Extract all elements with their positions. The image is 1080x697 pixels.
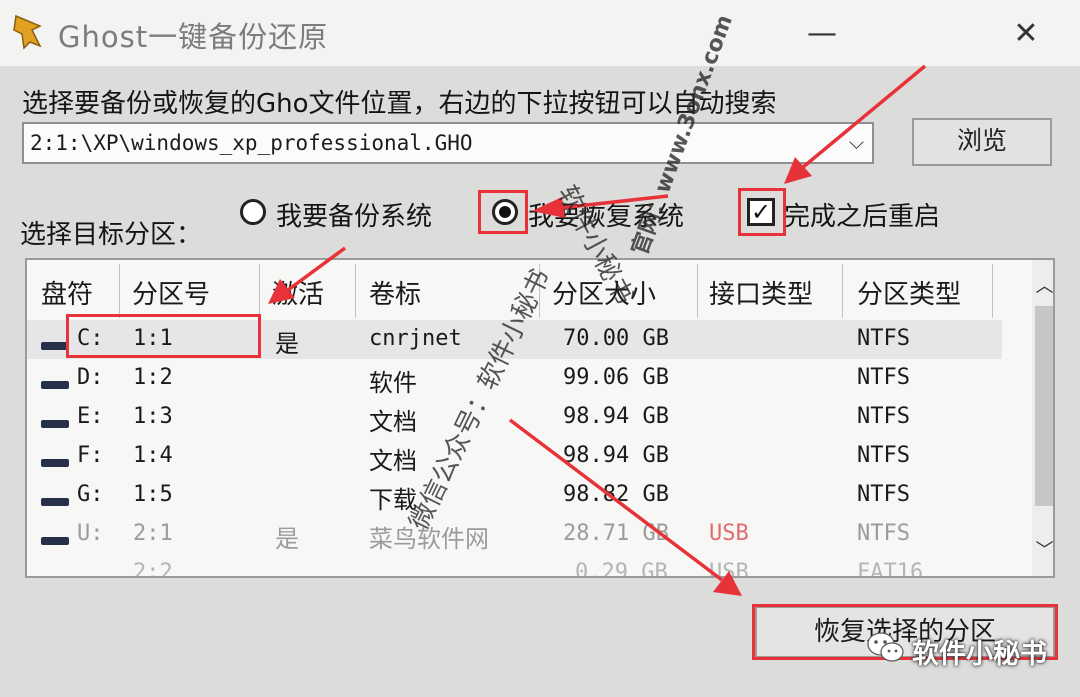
ghost-window: Ghost一键备份还原 — ✕ 选择要备份或恢复的Gho文件位置，右边的下拉按钮… <box>0 0 1080 697</box>
annotation-arrows <box>268 64 927 596</box>
wechat-icon <box>867 632 904 662</box>
watermark-brand: 软件小秘书 <box>912 639 1047 670</box>
